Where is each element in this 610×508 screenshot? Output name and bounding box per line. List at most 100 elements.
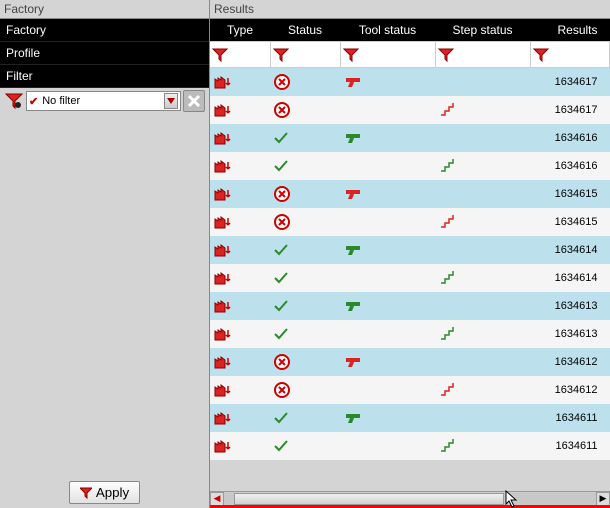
horizontal-scrollbar[interactable]: ◀ ▶ xyxy=(210,491,610,505)
sidebar-header: Factory xyxy=(0,0,209,19)
cell-type-icon xyxy=(210,404,270,432)
table-row[interactable]: 1634616 xyxy=(210,124,610,152)
nav-filter[interactable]: Filter xyxy=(0,65,209,88)
col-results[interactable]: Results xyxy=(530,19,610,42)
status-fail-icon xyxy=(270,376,340,404)
status-ok-icon xyxy=(270,404,340,432)
cell-tool-empty xyxy=(340,320,435,348)
cell-step-empty xyxy=(435,68,530,96)
filter-clear-button[interactable] xyxy=(183,90,205,112)
filter-check-icon: ✔ xyxy=(29,95,38,108)
table-row[interactable]: 1634617 xyxy=(210,68,610,96)
cell-result: 1634617 xyxy=(530,68,610,96)
gun-green-icon xyxy=(340,236,435,264)
cell-type-icon xyxy=(210,432,270,460)
cell-result: 1634615 xyxy=(530,180,610,208)
cell-type-icon xyxy=(210,208,270,236)
filter-cell[interactable] xyxy=(435,42,530,68)
filter-select[interactable]: ✔ No filter xyxy=(26,91,181,111)
filter-select-label: No filter xyxy=(42,95,80,107)
filter-cell[interactable] xyxy=(210,42,270,68)
status-ok-icon xyxy=(270,432,340,460)
cell-result: 1634613 xyxy=(530,320,610,348)
table-row[interactable]: 1634615 xyxy=(210,180,610,208)
col-type[interactable]: Type xyxy=(210,19,270,42)
status-fail-icon xyxy=(270,208,340,236)
col-status[interactable]: Status xyxy=(270,19,340,42)
filter-funnel-icon xyxy=(343,47,433,63)
status-fail-icon xyxy=(270,180,340,208)
apply-button[interactable]: Apply xyxy=(69,481,140,504)
cell-result: 1634615 xyxy=(530,208,610,236)
cell-result: 1634616 xyxy=(530,124,610,152)
table-row[interactable]: 1634614 xyxy=(210,264,610,292)
cell-step-empty xyxy=(435,180,530,208)
scroll-right-icon[interactable]: ▶ xyxy=(596,492,610,506)
step-green-icon xyxy=(435,432,530,460)
gun-green-icon xyxy=(340,404,435,432)
scroll-left-icon[interactable]: ◀ xyxy=(210,492,224,506)
cell-step-empty xyxy=(435,292,530,320)
table-row[interactable]: 1634614 xyxy=(210,236,610,264)
gun-green-icon xyxy=(340,124,435,152)
table-row[interactable]: 1634611 xyxy=(210,432,610,460)
cell-result: 1634617 xyxy=(530,96,610,124)
cell-result: 1634616 xyxy=(530,152,610,180)
filter-cell[interactable] xyxy=(340,42,435,68)
cell-tool-empty xyxy=(340,432,435,460)
filter-funnel-icon[interactable] xyxy=(4,91,24,111)
table-row[interactable]: 1634616 xyxy=(210,152,610,180)
apply-button-label: Apply xyxy=(96,485,129,500)
filter-funnel-icon xyxy=(273,47,338,63)
results-header: Results xyxy=(210,0,610,19)
cell-result: 1634613 xyxy=(530,292,610,320)
cell-type-icon xyxy=(210,292,270,320)
step-red-icon xyxy=(435,96,530,124)
results-table: Type Status Tool status Step status Resu… xyxy=(210,19,610,460)
cell-result: 1634611 xyxy=(530,432,610,460)
filter-funnel-icon xyxy=(212,47,268,63)
status-ok-icon xyxy=(270,236,340,264)
gun-red-icon xyxy=(340,180,435,208)
table-row[interactable]: 1634613 xyxy=(210,320,610,348)
status-ok-icon xyxy=(270,320,340,348)
filter-row: ✔ No filter xyxy=(0,88,209,114)
cell-tool-empty xyxy=(340,376,435,404)
filter-funnel-icon xyxy=(438,47,528,63)
col-tool[interactable]: Tool status xyxy=(340,19,435,42)
cell-step-empty xyxy=(435,404,530,432)
cell-result: 1634614 xyxy=(530,264,610,292)
scroll-thumb[interactable] xyxy=(234,493,504,505)
table-row[interactable]: 1634617 xyxy=(210,96,610,124)
cell-type-icon xyxy=(210,320,270,348)
cell-type-icon xyxy=(210,348,270,376)
status-ok-icon xyxy=(270,264,340,292)
filter-cell[interactable] xyxy=(270,42,340,68)
status-ok-icon xyxy=(270,292,340,320)
filter-cell[interactable] xyxy=(530,42,610,68)
scroll-track[interactable] xyxy=(224,493,596,505)
cell-tool-empty xyxy=(340,96,435,124)
cell-result: 1634614 xyxy=(530,236,610,264)
table-row[interactable]: 1634611 xyxy=(210,404,610,432)
table-row[interactable]: 1634612 xyxy=(210,348,610,376)
cell-type-icon xyxy=(210,152,270,180)
table-row[interactable]: 1634615 xyxy=(210,208,610,236)
table-row[interactable]: 1634612 xyxy=(210,376,610,404)
table-row[interactable]: 1634613 xyxy=(210,292,610,320)
status-ok-icon xyxy=(270,124,340,152)
dropdown-arrow-icon[interactable] xyxy=(164,93,178,109)
status-ok-icon xyxy=(270,152,340,180)
cell-type-icon xyxy=(210,180,270,208)
cell-step-empty xyxy=(435,348,530,376)
step-green-icon xyxy=(435,152,530,180)
main-panel: Results Type Status Tool status Step sta… xyxy=(210,0,610,508)
cell-type-icon xyxy=(210,68,270,96)
cell-result: 1634612 xyxy=(530,348,610,376)
nav-profile[interactable]: Profile xyxy=(0,42,209,65)
status-fail-icon xyxy=(270,96,340,124)
apply-funnel-icon xyxy=(80,487,92,499)
cell-tool-empty xyxy=(340,264,435,292)
col-step[interactable]: Step status xyxy=(435,19,530,42)
nav-factory[interactable]: Factory xyxy=(0,19,209,42)
